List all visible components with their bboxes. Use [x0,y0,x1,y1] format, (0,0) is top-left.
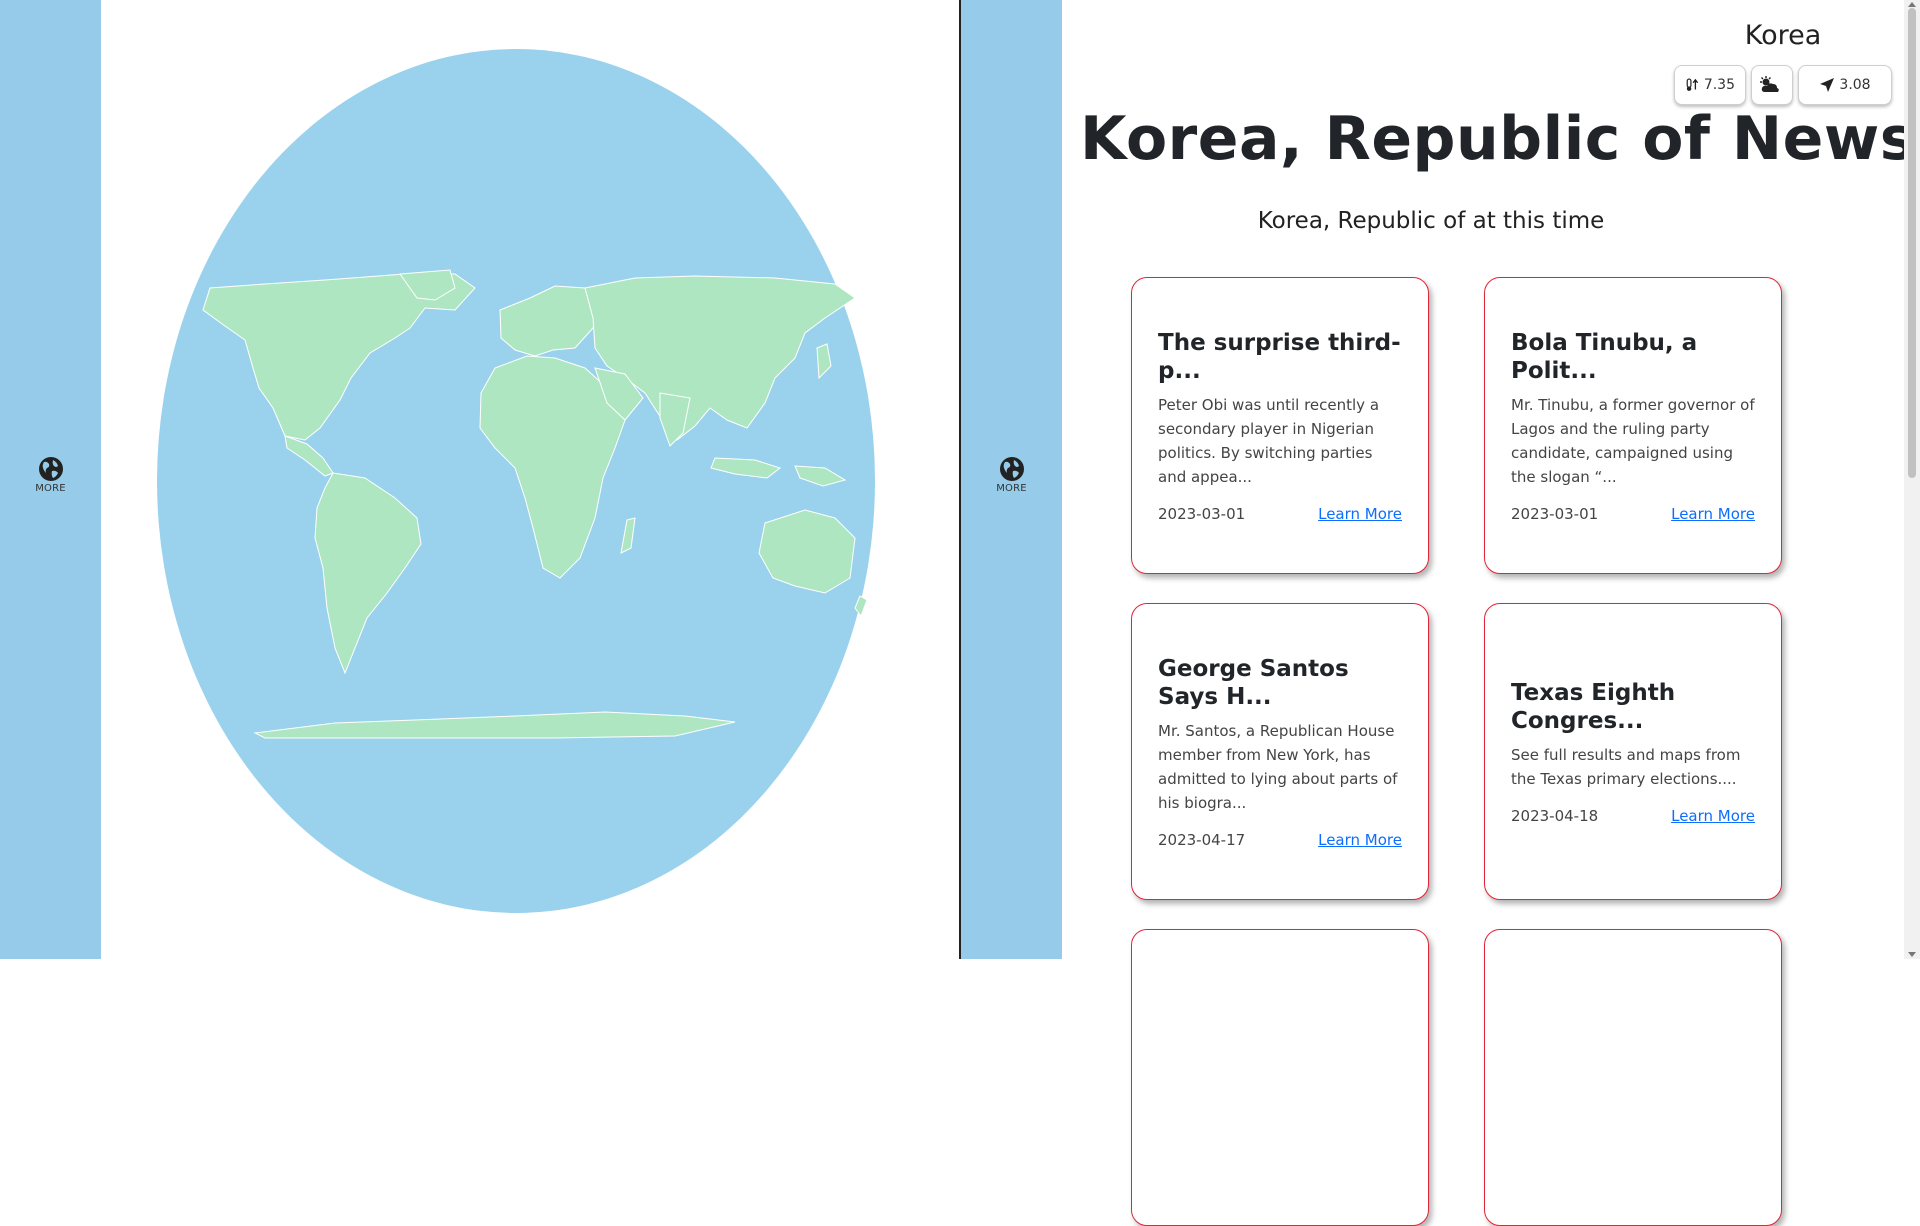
page-title: Korea, Republic of News [1080,104,1916,174]
more-label: MORE [996,483,1027,494]
wind-value: 3.08 [1839,77,1871,93]
more-label: MORE [35,483,66,494]
learn-more-link[interactable]: Learn More [1671,807,1755,825]
card-title: Texas Eighth Congres... [1511,679,1676,734]
vertical-scrollbar[interactable] [1904,0,1920,959]
card-description: Peter Obi was until recently a secondary… [1158,395,1380,486]
card-description: Mr. Tinubu, a former governor of Lagos a… [1511,395,1755,486]
weather-chips: 7.35 3.08 [1674,65,1892,105]
card-footer: 2023-04-18 Learn More [1511,807,1755,825]
scroll-down-arrow[interactable] [1908,952,1916,957]
temperature-value: 7.35 [1703,77,1735,93]
news-card: George Santos Says H... Mr. Santos, a Re… [1131,603,1429,900]
country-label: Korea [1744,20,1822,51]
scroll-thumb[interactable] [1908,8,1916,478]
globe-icon [999,457,1024,481]
scroll-up-arrow[interactable] [1908,2,1916,7]
more-button[interactable]: MORE [961,456,1062,500]
wind-chip[interactable]: 3.08 [1798,65,1892,105]
navigation-arrow-icon [1820,78,1835,92]
learn-more-link[interactable]: Learn More [1671,505,1755,523]
card-title: Bola Tinubu, a Polit... [1511,329,1698,384]
temperature-chip[interactable]: 7.35 [1674,65,1746,105]
thermometer-up-icon [1686,78,1699,91]
card-footer: 2023-04-17 Learn More [1158,831,1402,849]
news-card-partial [1484,929,1782,1226]
learn-more-link[interactable]: Learn More [1318,505,1402,523]
news-card: Bola Tinubu, a Polit... Mr. Tinubu, a fo… [1484,277,1782,574]
card-date: 2023-04-17 [1158,830,1246,849]
learn-more-link[interactable]: Learn More [1318,831,1402,849]
news-card: Texas Eighth Congres... See full results… [1484,603,1782,900]
world-map-pane: MORE [0,0,959,959]
card-title: George Santos Says H... [1158,655,1349,710]
right-sidebar: MORE [961,0,1062,959]
news-card-partial [1131,929,1429,1226]
card-date: 2023-03-01 [1158,504,1246,523]
card-date: 2023-04-18 [1511,806,1599,825]
globe-icon [38,457,63,481]
card-date: 2023-03-01 [1511,504,1599,523]
cloud-sun-icon [1760,76,1779,92]
card-title: The surprise third-p... [1158,329,1401,384]
weather-chip[interactable] [1751,65,1793,105]
world-map[interactable] [155,48,877,914]
card-description: Mr. Santos, a Republican House member fr… [1158,721,1398,812]
page-subtitle: Korea, Republic of at this time [1257,208,1605,234]
news-card: The surprise third-p... Peter Obi was un… [1131,277,1429,574]
more-button[interactable]: MORE [0,456,101,500]
ocean-ellipse [157,49,875,913]
left-sidebar: MORE [0,0,101,959]
card-footer: 2023-03-01 Learn More [1158,505,1402,523]
card-footer: 2023-03-01 Learn More [1511,505,1755,523]
card-description: See full results and maps from the Texas… [1511,745,1741,788]
